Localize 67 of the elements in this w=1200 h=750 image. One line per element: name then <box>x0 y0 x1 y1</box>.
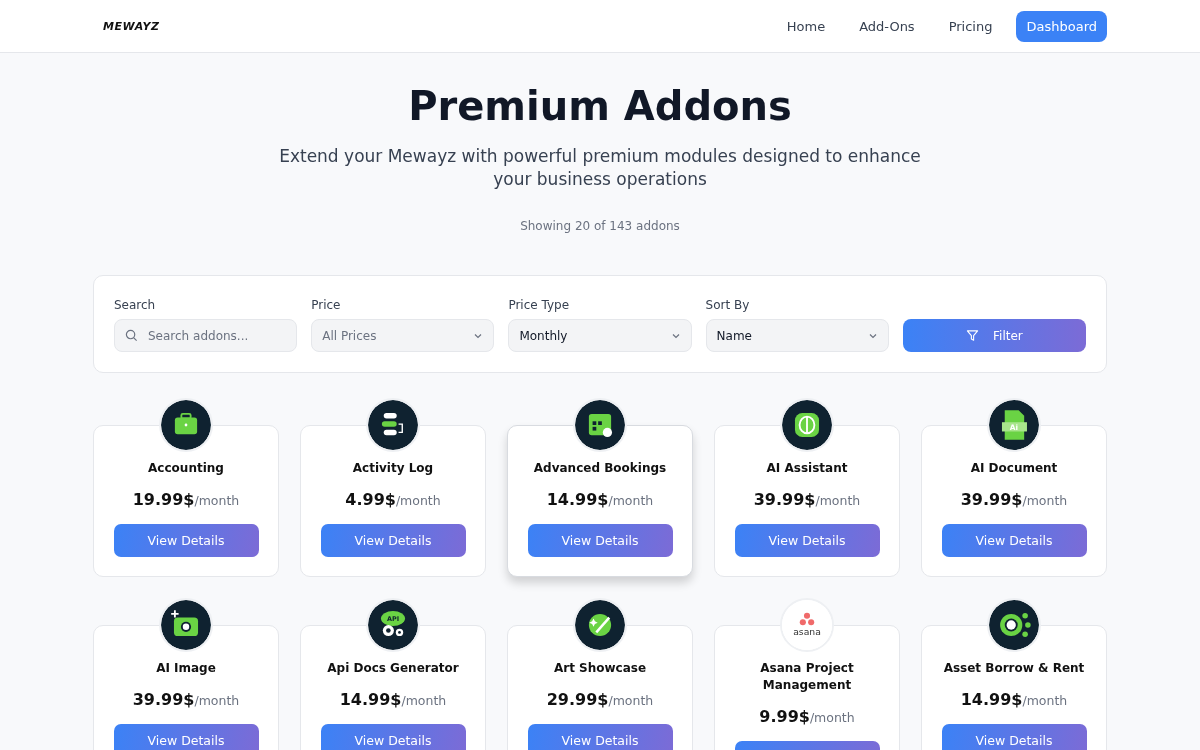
view-details-button[interactable]: View Details <box>734 524 880 557</box>
dashboard-button[interactable]: Dashboard <box>1016 10 1107 42</box>
nav-link[interactable]: Home <box>776 10 836 42</box>
addon-name: Asana Project Management <box>759 660 855 694</box>
view-details-button[interactable]: View Details <box>941 524 1087 557</box>
price-period: /month <box>401 693 447 708</box>
asset-icon <box>989 600 1039 650</box>
price-period: /month <box>395 493 441 508</box>
addon-price: 29.99$ <box>546 690 609 709</box>
view-details-button[interactable]: View Details <box>527 524 673 557</box>
addon-name: AI Document <box>970 460 1058 477</box>
search-icon <box>125 329 138 342</box>
field-label: Sort By <box>705 298 751 312</box>
price-period: /month <box>608 693 654 708</box>
addon-name: Advanced Bookings <box>533 460 667 477</box>
brand-logo[interactable]: MEWAYZ <box>103 19 160 33</box>
addon-price: 39.99$ <box>960 490 1023 509</box>
addon-name: Activity Log <box>352 460 434 477</box>
price-period: /month <box>194 493 240 508</box>
view-details-button[interactable]: View Details <box>320 724 466 750</box>
page-subtitle: Extend your Mewayz with powerful premium modules designed to enhance your business operations <box>278 145 922 191</box>
button-label: Filter <box>993 328 1023 343</box>
addon-price: 14.99$ <box>339 690 402 709</box>
addon-name: Art Showcase <box>553 660 647 677</box>
view-details-button[interactable]: View Details <box>941 724 1087 750</box>
select-field[interactable]: Monthly <box>508 319 692 352</box>
price-period: /month <box>1022 693 1068 708</box>
addon-price: 14.99$ <box>960 690 1023 709</box>
view-details-button[interactable]: View Details <box>527 724 673 750</box>
camera-icon <box>161 600 211 650</box>
price-period: /month <box>194 693 240 708</box>
view-details-button[interactable]: View Details <box>113 524 259 557</box>
art-icon <box>575 600 625 650</box>
addon-price: 39.99$ <box>132 690 195 709</box>
filter-button[interactable]: Filter <box>902 319 1086 352</box>
field-label: Price Type <box>508 298 571 312</box>
nav-link[interactable]: Add-Ons <box>849 10 925 42</box>
addon-price: 39.99$ <box>753 490 816 509</box>
filter-icon <box>966 329 980 342</box>
field-label: Search <box>114 298 157 312</box>
brain-icon <box>782 400 832 450</box>
page-title: Premium Addons <box>408 83 792 129</box>
search-field[interactable]: Search addons... <box>114 319 298 352</box>
addon-name: Asset Borrow & Rent <box>943 660 1085 677</box>
price-period: /month <box>608 493 654 508</box>
addon-name: AI Assistant <box>766 460 848 477</box>
addon-price: 4.99$ <box>345 490 396 509</box>
addon-price: 9.99$ <box>759 707 810 726</box>
addon-name: Accounting <box>148 460 224 477</box>
view-details-button[interactable]: View Details <box>320 524 466 557</box>
nav-link[interactable]: Pricing <box>938 10 1003 42</box>
addon-name: Api Docs Generator <box>327 660 459 677</box>
price-period: /month <box>1022 493 1068 508</box>
addon-name: AI Image <box>156 660 216 677</box>
select-field[interactable]: All Prices <box>311 319 495 352</box>
result-count: Showing 20 of 143 addons <box>520 219 680 233</box>
addon-price: 14.99$ <box>546 490 609 509</box>
price-period: /month <box>809 710 855 725</box>
select-field[interactable]: Name <box>705 319 889 352</box>
field-label: Price <box>311 298 342 312</box>
briefcase-icon <box>161 400 211 450</box>
log-icon <box>368 400 418 450</box>
calendar-icon <box>575 400 625 450</box>
addon-price: 19.99$ <box>132 490 195 509</box>
price-period: /month <box>815 493 861 508</box>
document-icon: Ai <box>989 400 1039 450</box>
view-details-button[interactable]: View Details <box>113 724 259 750</box>
